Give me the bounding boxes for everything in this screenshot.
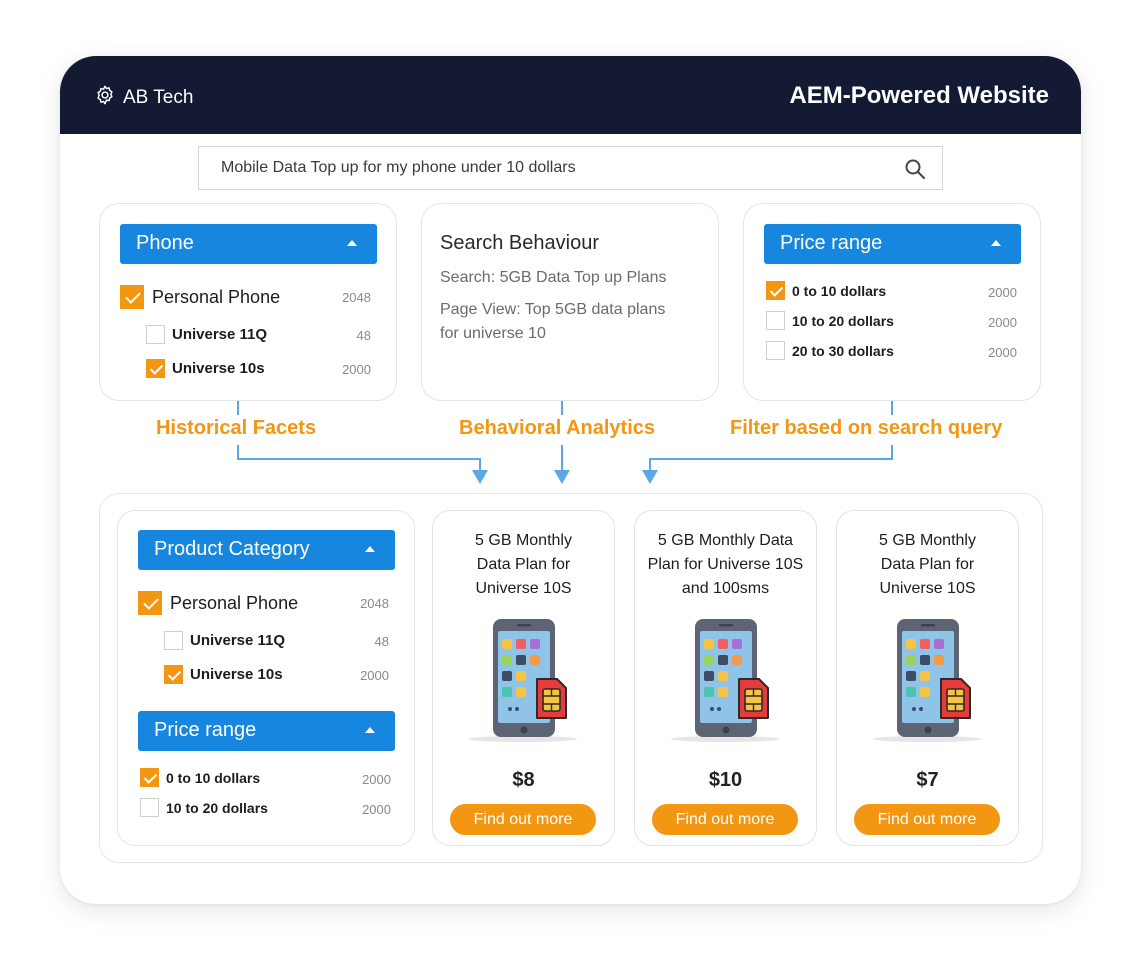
app-window: AB Tech AEM-Powered Website Mobile Data … bbox=[60, 56, 1081, 904]
option-count: 2000 bbox=[362, 802, 391, 817]
facet-option-personal-phone[interactable]: Personal Phone bbox=[120, 285, 280, 309]
option-label: Universe 11Q bbox=[190, 632, 286, 649]
search-behaviour-page-view: Page View: Top 5GB data plans bbox=[440, 301, 666, 318]
site-title: AEM-Powered Website bbox=[789, 82, 1049, 109]
option-count: 2048 bbox=[342, 290, 371, 305]
facet-option-universe-10s[interactable]: Universe 10s bbox=[164, 665, 283, 684]
facet-option-universe-11q[interactable]: Universe 11Q bbox=[164, 631, 285, 650]
search-input[interactable]: Mobile Data Top up for my phone under 10… bbox=[221, 159, 576, 177]
phone-sim-icon bbox=[465, 617, 585, 745]
header-bar: AB Tech AEM-Powered Website bbox=[60, 56, 1081, 134]
search-behaviour-page-view-cont: for universe 10 bbox=[440, 325, 546, 342]
search-bar[interactable]: Mobile Data Top up for my phone under 10… bbox=[198, 146, 943, 190]
brand[interactable]: AB Tech bbox=[94, 84, 193, 112]
option-count: 2000 bbox=[988, 315, 1017, 330]
option-label: 10 to 20 dollars bbox=[166, 799, 268, 816]
option-label: Universe 11Q bbox=[172, 326, 268, 343]
arrow-down-icon bbox=[642, 470, 658, 484]
phone-facet-card: Phone Personal Phone 2048 Universe 11Q 4… bbox=[99, 203, 397, 401]
caret-up-icon bbox=[991, 240, 1001, 246]
option-label: Universe 10s bbox=[172, 360, 265, 377]
arrow-down-icon bbox=[554, 470, 570, 484]
product-price: $7 bbox=[916, 769, 939, 791]
search-behaviour-card: Search Behaviour Search: 5GB Data Top up… bbox=[421, 203, 719, 401]
caret-up-icon bbox=[347, 240, 357, 246]
checkbox-icon[interactable] bbox=[164, 665, 183, 684]
find-out-more-button[interactable]: Find out more bbox=[450, 804, 596, 835]
option-count: 48 bbox=[356, 328, 371, 343]
product-title: 5 GB Monthly Data Plan for Universe 10S … bbox=[647, 532, 804, 597]
facet-option-universe-11q[interactable]: Universe 11Q bbox=[146, 325, 267, 344]
product-card[interactable]: 5 GB Monthly Data Plan for Universe 10S … bbox=[432, 510, 615, 846]
phone-sim-icon bbox=[869, 617, 989, 745]
checkbox-icon[interactable] bbox=[766, 311, 785, 330]
flow-connectors bbox=[237, 401, 893, 484]
option-label: 10 to 20 dollars bbox=[792, 312, 894, 329]
product-title: 5 GB Monthly Data Plan for Universe 10S bbox=[475, 532, 572, 597]
price-facet-header[interactable]: Price range bbox=[764, 224, 1021, 264]
product-category-header[interactable]: Product Category bbox=[138, 530, 395, 570]
product-category-title: Product Category bbox=[154, 538, 310, 560]
product-card[interactable]: 5 GB Monthly Data Plan for Universe 10S … bbox=[634, 510, 817, 846]
option-label: Personal Phone bbox=[152, 286, 281, 307]
find-out-more-button[interactable]: Find out more bbox=[854, 804, 1000, 835]
results-price-range-header[interactable]: Price range bbox=[138, 711, 395, 751]
label-filter-search-query: Filter based on search query bbox=[730, 417, 1003, 439]
checkbox-icon[interactable] bbox=[138, 591, 162, 615]
arrow-down-icon bbox=[472, 470, 488, 484]
option-count: 2000 bbox=[342, 362, 371, 377]
checkbox-icon[interactable] bbox=[146, 325, 165, 344]
option-count: 48 bbox=[374, 634, 389, 649]
option-label: 0 to 10 dollars bbox=[166, 769, 261, 786]
facet-option-0-10[interactable]: 0 to 10 dollars bbox=[140, 768, 260, 787]
option-label: Universe 10s bbox=[190, 666, 283, 683]
option-label: 0 to 10 dollars bbox=[792, 282, 887, 299]
phone-facet-header[interactable]: Phone bbox=[120, 224, 377, 264]
facet-option-20-30[interactable]: 20 to 30 dollars bbox=[766, 341, 894, 360]
option-label: Personal Phone bbox=[170, 592, 299, 613]
search-behaviour-search: Search: 5GB Data Top up Plans bbox=[440, 269, 667, 286]
checkbox-icon[interactable] bbox=[146, 359, 165, 378]
option-count: 2000 bbox=[988, 285, 1017, 300]
caret-up-icon bbox=[365, 546, 375, 552]
gear-icon bbox=[94, 84, 116, 112]
brand-name: AB Tech bbox=[123, 87, 194, 108]
product-price: $8 bbox=[512, 769, 535, 791]
facet-option-universe-10s[interactable]: Universe 10s bbox=[146, 359, 265, 378]
label-historical-facets: Historical Facets bbox=[156, 417, 317, 439]
option-label: 20 to 30 dollars bbox=[792, 342, 894, 359]
find-out-more-button[interactable]: Find out more bbox=[652, 804, 798, 835]
option-count: 2000 bbox=[988, 345, 1017, 360]
results-filter-card: Product Category Personal Phone 2048 Uni… bbox=[117, 510, 415, 846]
checkbox-icon[interactable] bbox=[766, 281, 785, 300]
phone-facet-title: Phone bbox=[136, 232, 194, 254]
product-card[interactable]: 5 GB Monthly Data Plan for Universe 10S … bbox=[836, 510, 1019, 846]
facet-option-0-10[interactable]: 0 to 10 dollars bbox=[766, 281, 886, 300]
checkbox-icon[interactable] bbox=[140, 798, 159, 817]
search-behaviour-title: Search Behaviour bbox=[440, 232, 599, 254]
phone-sim-icon bbox=[667, 617, 787, 745]
checkbox-icon[interactable] bbox=[120, 285, 144, 309]
price-facet-card: Price range 0 to 10 dollars 2000 10 to 2… bbox=[743, 203, 1041, 401]
label-behavioral-analytics: Behavioral Analytics bbox=[459, 417, 656, 439]
caret-up-icon bbox=[365, 727, 375, 733]
checkbox-icon[interactable] bbox=[140, 768, 159, 787]
checkbox-icon[interactable] bbox=[766, 341, 785, 360]
product-title: 5 GB Monthly Data Plan for Universe 10S bbox=[879, 532, 976, 597]
facet-option-10-20[interactable]: 10 to 20 dollars bbox=[766, 311, 894, 330]
option-count: 2000 bbox=[360, 668, 389, 683]
facet-option-10-20[interactable]: 10 to 20 dollars bbox=[140, 798, 268, 817]
option-count: 2000 bbox=[362, 772, 391, 787]
option-count: 2048 bbox=[360, 596, 389, 611]
price-facet-title: Price range bbox=[780, 232, 883, 254]
results-price-range-title: Price range bbox=[154, 719, 257, 741]
search-icon[interactable] bbox=[904, 158, 926, 180]
facet-option-personal-phone[interactable]: Personal Phone bbox=[138, 591, 298, 615]
checkbox-icon[interactable] bbox=[164, 631, 183, 650]
product-price: $10 bbox=[708, 769, 743, 791]
